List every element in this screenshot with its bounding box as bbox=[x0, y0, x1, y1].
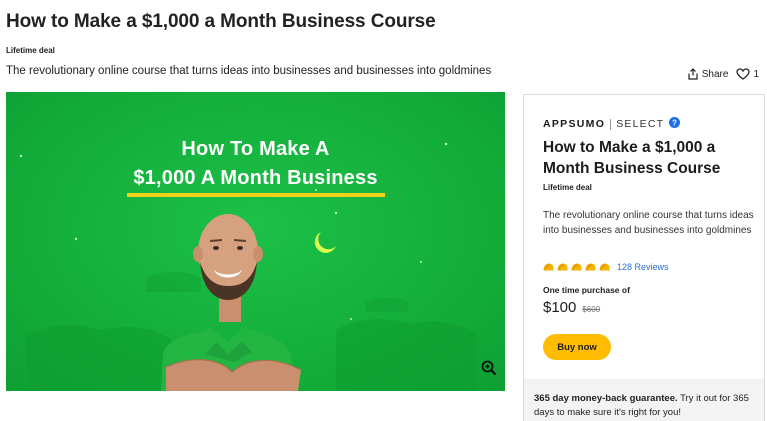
like-button[interactable]: 1 bbox=[736, 68, 759, 80]
guarantee-heading: 365 day money-back guarantee. bbox=[534, 393, 678, 404]
verified-badge-icon: ? bbox=[669, 117, 681, 131]
current-price: $100 bbox=[543, 299, 577, 316]
page-actions: Share 1 bbox=[687, 68, 759, 80]
money-back-guarantee: 365 day money-back guarantee. Try it out… bbox=[524, 379, 764, 421]
buy-now-button[interactable]: Buy now bbox=[543, 334, 611, 360]
like-count: 1 bbox=[753, 68, 759, 80]
taco-icon bbox=[585, 263, 596, 271]
hero-heading-line2: $1,000 A Month Business bbox=[133, 167, 378, 189]
hero-heading: How To Make A $1,000 A Month Business bbox=[6, 138, 505, 190]
share-button[interactable]: Share bbox=[687, 68, 729, 80]
brand-name: APPSUMO bbox=[543, 118, 606, 130]
svg-text:?: ? bbox=[672, 118, 677, 127]
taco-icon bbox=[557, 263, 568, 271]
zoom-in-icon[interactable] bbox=[481, 360, 497, 381]
card-description: The revolutionary online course that tur… bbox=[543, 210, 754, 236]
product-hero-image[interactable]: How To Make A $1,000 A Month Business bbox=[6, 92, 505, 391]
rating: 128 Reviews bbox=[543, 262, 669, 272]
deal-tag: Lifetime deal bbox=[6, 46, 55, 55]
brand-tier: SELECT bbox=[616, 118, 665, 130]
purchase-card: APPSUMO SELECT ? How to Make a $1,000 a … bbox=[523, 94, 765, 421]
taco-icon bbox=[571, 263, 582, 271]
page-title: How to Make a $1,000 a Month Business Co… bbox=[6, 11, 436, 32]
taco-icon bbox=[543, 263, 554, 271]
hero-underline bbox=[127, 193, 385, 197]
brand-divider bbox=[610, 118, 612, 130]
hero-heading-line1: How To Make A bbox=[181, 138, 330, 160]
brand-logo: APPSUMO SELECT ? bbox=[543, 117, 681, 131]
original-price: $600 bbox=[582, 305, 601, 314]
share-label: Share bbox=[701, 68, 729, 80]
taco-icon bbox=[599, 263, 610, 271]
heart-icon bbox=[736, 68, 751, 80]
card-title: How to Make a $1,000 a Month Business Co… bbox=[543, 139, 721, 177]
hero-illustration bbox=[19, 142, 476, 391]
page-subtitle: The revolutionary online course that tur… bbox=[6, 65, 492, 77]
taco-rating bbox=[543, 263, 610, 271]
price-row: $100 $600 bbox=[543, 299, 600, 316]
one-time-purchase-label: One time purchase of bbox=[543, 285, 630, 295]
reviews-link[interactable]: 128 Reviews bbox=[617, 262, 669, 272]
card-deal-tag: Lifetime deal bbox=[543, 183, 592, 192]
share-icon bbox=[687, 68, 699, 80]
